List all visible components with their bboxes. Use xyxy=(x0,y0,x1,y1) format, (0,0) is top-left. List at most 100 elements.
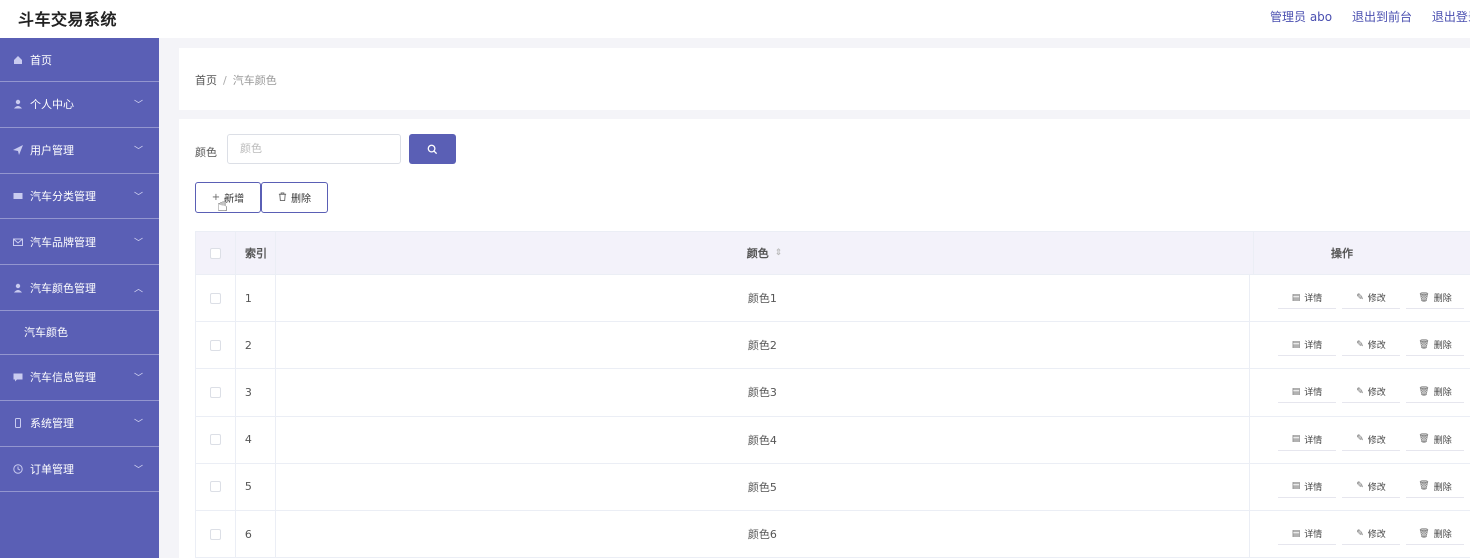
edit-button[interactable]: ✎ 修改 xyxy=(1342,381,1400,404)
row-color: 颜色1 xyxy=(276,275,1250,322)
sidebar-item-label: 汽车颜色管理 xyxy=(30,281,96,295)
sort-icon[interactable]: ⇕ xyxy=(775,248,783,258)
row-delete-button[interactable]: 🗑 删除 xyxy=(1406,334,1464,357)
row-delete-button[interactable]: 🗑 删除 xyxy=(1406,287,1464,310)
plus-icon: + xyxy=(211,192,221,203)
document-icon: ▤ xyxy=(1291,528,1301,539)
row-actions: ▤ 详情 ✎ 修改 🗑 删除 xyxy=(1250,322,1470,368)
edit-button[interactable]: ✎ 修改 xyxy=(1342,523,1400,546)
sidebar-item-users[interactable]: 用户管理 ﹀ xyxy=(0,128,159,174)
row-checkbox[interactable] xyxy=(209,339,221,351)
row-checkbox[interactable] xyxy=(209,528,221,540)
user-icon xyxy=(12,282,24,294)
delete-label: 删除 xyxy=(1433,530,1452,541)
row-checkbox[interactable] xyxy=(209,386,221,398)
row-color: 颜色4 xyxy=(276,416,1250,463)
main-card: 颜色 颜色 + 新增 删除 索引 颜色 ⇕ 操作 1 颜色1 ▤ 详情 ✎ 修改 🗑 删除 xyxy=(179,119,1470,558)
edit-icon: ✎ xyxy=(1356,481,1364,492)
search-button[interactable] xyxy=(409,134,456,164)
send-icon xyxy=(12,144,24,156)
detail-label: 详情 xyxy=(1304,341,1323,352)
row-index: 4 xyxy=(236,416,276,463)
row-delete-button[interactable]: 🗑 删除 xyxy=(1406,429,1464,451)
row-actions: ▤ 详情 ✎ 修改 🗑 删除 xyxy=(1250,464,1470,510)
delete-label: 删除 xyxy=(1433,294,1452,305)
message-icon xyxy=(12,371,24,383)
header-color-label: 颜色 xyxy=(746,247,769,260)
detail-label: 详情 xyxy=(1304,482,1323,493)
front-link[interactable]: 退出到前台 xyxy=(1352,10,1412,24)
detail-button[interactable]: ▤ 详情 xyxy=(1278,523,1336,546)
edit-button[interactable]: ✎ 修改 xyxy=(1342,287,1400,310)
select-all-cell xyxy=(196,232,236,274)
select-all-checkbox[interactable] xyxy=(210,247,221,259)
edit-button[interactable]: ✎ 修改 xyxy=(1342,429,1400,451)
breadcrumb-current: 汽车颜色 xyxy=(232,74,277,87)
edit-button[interactable]: ✎ 修改 xyxy=(1342,334,1400,357)
sidebar-item-home[interactable]: 首页 xyxy=(0,38,159,82)
row-actions: ▤ 详情 ✎ 修改 🗑 删除 xyxy=(1250,369,1470,415)
edit-label: 修改 xyxy=(1367,388,1386,399)
sidebar-item-label: 用户管理 xyxy=(30,144,74,158)
row-delete-button[interactable]: 🗑 删除 xyxy=(1406,381,1464,404)
add-button[interactable]: + 新增 xyxy=(195,182,261,213)
row-checkbox[interactable] xyxy=(209,434,221,446)
row-index: 3 xyxy=(236,369,276,416)
edit-label: 修改 xyxy=(1367,530,1386,541)
row-delete-button[interactable]: 🗑 删除 xyxy=(1406,476,1464,498)
edit-label: 修改 xyxy=(1367,294,1386,305)
edit-icon: ✎ xyxy=(1356,339,1364,350)
detail-label: 详情 xyxy=(1304,294,1323,305)
add-button-label: 新增 xyxy=(224,194,245,205)
detail-button[interactable]: ▤ 详情 xyxy=(1278,287,1336,310)
detail-button[interactable]: ▤ 详情 xyxy=(1278,334,1336,357)
mail-icon xyxy=(12,236,24,248)
breadcrumb-separator: / xyxy=(223,74,227,87)
edit-button[interactable]: ✎ 修改 xyxy=(1342,476,1400,498)
detail-label: 详情 xyxy=(1304,388,1323,399)
color-table: 索引 颜色 ⇕ 操作 1 颜色1 ▤ 详情 ✎ 修改 🗑 删除 2 颜色2 ▤ 详情 ✎ 修… xyxy=(195,231,1470,558)
delete-button[interactable]: 删除 xyxy=(261,182,328,213)
table-row: 3 颜色3 ▤ 详情 ✎ 修改 🗑 删除 xyxy=(196,369,1470,417)
chevron-down-icon: ﹀ xyxy=(133,465,143,476)
document-icon: ▤ xyxy=(1291,386,1301,397)
detail-button[interactable]: ▤ 详情 xyxy=(1278,381,1336,404)
phone-icon xyxy=(12,417,24,429)
header-ops: 操作 xyxy=(1331,247,1353,260)
sidebar-subitem-color[interactable]: 汽车颜色 xyxy=(0,311,159,355)
breadcrumb-home[interactable]: 首页 xyxy=(195,74,217,87)
row-checkbox[interactable] xyxy=(209,292,221,304)
detail-button[interactable]: ▤ 详情 xyxy=(1278,476,1336,498)
row-checkbox[interactable] xyxy=(209,481,221,493)
trash-icon xyxy=(278,191,287,204)
row-color: 颜色2 xyxy=(276,322,1250,369)
ticket-icon xyxy=(12,190,24,202)
sidebar-item-system[interactable]: 系统管理 ﹀ xyxy=(0,401,159,447)
edit-label: 修改 xyxy=(1367,341,1386,352)
row-index: 1 xyxy=(236,275,276,322)
header-index: 索引 xyxy=(236,232,276,274)
sidebar-item-color-mgmt[interactable]: 汽车颜色管理 ︿ xyxy=(0,265,159,311)
header-color[interactable]: 颜色 ⇕ xyxy=(276,232,1254,274)
sidebar-item-brand[interactable]: 汽车品牌管理 ﹀ xyxy=(0,219,159,266)
sidebar-item-profile[interactable]: 个人中心 ﹀ xyxy=(0,82,159,128)
table-row: 5 颜色5 ▤ 详情 ✎ 修改 🗑 删除 xyxy=(196,463,1470,511)
trash-icon: 🗑 xyxy=(1418,386,1430,397)
sidebar-item-car-info[interactable]: 汽车信息管理 ﹀ xyxy=(0,355,159,401)
row-index: 6 xyxy=(236,510,276,558)
row-color: 颜色6 xyxy=(276,510,1250,558)
search-icon xyxy=(427,144,438,154)
sidebar-item-category[interactable]: 汽车分类管理 ﹀ xyxy=(0,174,159,220)
row-delete-button[interactable]: 🗑 删除 xyxy=(1406,523,1464,546)
trash-icon: 🗑 xyxy=(1418,434,1430,445)
table-row: 6 颜色6 ▤ 详情 ✎ 修改 🗑 删除 xyxy=(196,510,1470,558)
row-index: 5 xyxy=(236,463,276,510)
logout-link[interactable]: 退出登录 xyxy=(1432,10,1470,24)
admin-label: 管理员 abo xyxy=(1270,10,1333,24)
row-checkbox-cell xyxy=(196,369,236,416)
row-color: 颜色5 xyxy=(276,463,1250,510)
color-search-input[interactable]: 颜色 xyxy=(227,134,401,164)
sidebar-item-orders[interactable]: 订单管理 ﹀ xyxy=(0,447,159,493)
home-icon xyxy=(12,54,24,66)
detail-button[interactable]: ▤ 详情 xyxy=(1278,429,1336,451)
